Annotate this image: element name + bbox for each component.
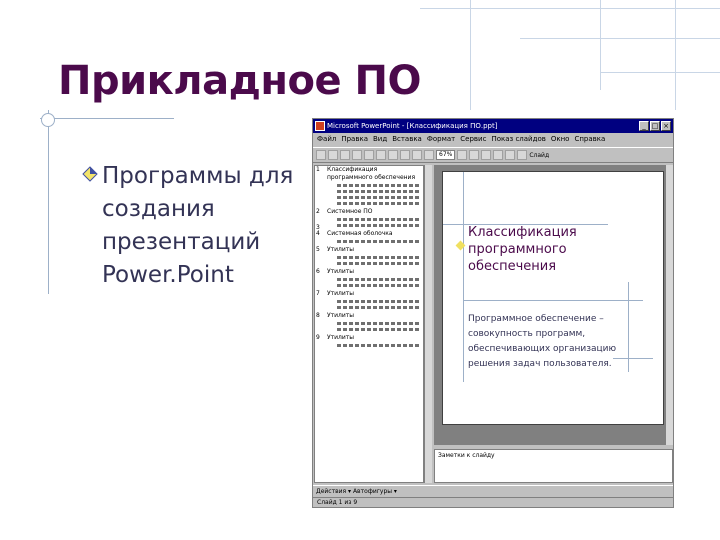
minimize-icon[interactable]: _: [639, 121, 649, 131]
italic-icon[interactable]: [481, 150, 492, 160]
close-icon[interactable]: ×: [661, 121, 671, 131]
drawing-toolbar[interactable]: Действия ▾ Автофигуры ▾: [313, 485, 673, 497]
menu-file[interactable]: Файл: [317, 133, 336, 146]
bullet-line-2: создания: [102, 196, 215, 222]
slide-preview[interactable]: Классификация программного обеспечения П…: [442, 171, 664, 425]
help-icon[interactable]: [457, 150, 468, 160]
notes-pane[interactable]: Заметки к слайду: [434, 449, 673, 483]
menu-insert[interactable]: Вставка: [392, 133, 422, 146]
diamond-bullet-icon: [82, 166, 98, 182]
slide-scrollbar[interactable]: [665, 165, 673, 445]
menu-view[interactable]: Вид: [373, 133, 387, 146]
outline-item[interactable]: 5 Утилиты: [315, 246, 423, 254]
bullet-line-4: Power.Point: [102, 262, 234, 288]
slide-pane: Классификация программного обеспечения П…: [434, 165, 673, 445]
title-underline: [40, 118, 174, 119]
mini-slide-body: Программное обеспечение – совокупность п…: [468, 314, 617, 369]
decorative-grid: [420, 0, 720, 110]
menu-format[interactable]: Формат: [427, 133, 455, 146]
page-title: Прикладное ПО: [58, 58, 422, 104]
undo-icon[interactable]: [412, 150, 422, 160]
outline-item[interactable]: 2 Системное ПО: [315, 208, 423, 216]
outline-pane[interactable]: 1 Классификация программного обеспечения …: [314, 165, 424, 483]
underline-icon[interactable]: [493, 150, 504, 160]
outline-item[interactable]: 9 Утилиты: [315, 334, 423, 342]
cut-icon[interactable]: [376, 150, 386, 160]
outline-item[interactable]: 8 Утилиты: [315, 312, 423, 320]
menu-bar: Файл Правка Вид Вставка Формат Сервис По…: [313, 133, 673, 146]
outline-scrollbar[interactable]: [424, 165, 432, 483]
zoom-select[interactable]: 67%: [436, 150, 456, 160]
bullet-line-1: Программы для: [102, 163, 294, 189]
menu-help[interactable]: Справка: [574, 133, 605, 146]
bullets-icon[interactable]: [517, 150, 528, 160]
menu-window[interactable]: Окно: [551, 133, 570, 146]
maximize-icon[interactable]: □: [650, 121, 660, 131]
mini-slide-title: Классификация программного обеспечения: [468, 225, 577, 274]
copy-icon[interactable]: [388, 150, 398, 160]
menu-slideshow[interactable]: Показ слайдов: [491, 133, 545, 146]
outline-item[interactable]: 1 Классификация программного обеспечения: [315, 166, 423, 182]
powerpoint-app-icon: [315, 121, 325, 131]
save-icon[interactable]: [340, 150, 350, 160]
window-title: Microsoft PowerPoint - [Классификация ПО…: [327, 122, 498, 130]
outline-item[interactable]: 7 Утилиты: [315, 290, 423, 298]
standard-toolbar: 67% Слайд: [313, 147, 673, 163]
spellcheck-icon[interactable]: [364, 150, 374, 160]
powerpoint-window-screenshot: Microsoft PowerPoint - [Классификация ПО…: [312, 118, 674, 508]
outline-item[interactable]: 4 Системная оболочка: [315, 230, 423, 238]
window-titlebar: Microsoft PowerPoint - [Классификация ПО…: [313, 119, 673, 133]
title-vertical-rule: [48, 110, 49, 294]
outline-item[interactable]: 6 Утилиты: [315, 268, 423, 276]
align-icon[interactable]: [505, 150, 516, 160]
paste-icon[interactable]: [400, 150, 410, 160]
open-icon[interactable]: [328, 150, 338, 160]
new-slide-button[interactable]: Слайд: [529, 152, 549, 159]
bullet-line-3: презентаций: [102, 229, 261, 255]
menu-tools[interactable]: Сервис: [460, 133, 486, 146]
print-icon[interactable]: [352, 150, 362, 160]
menu-edit[interactable]: Правка: [341, 133, 368, 146]
bold-icon[interactable]: [469, 150, 480, 160]
new-icon[interactable]: [316, 150, 326, 160]
title-ring-ornament: [41, 113, 55, 127]
status-bar: Слайд 1 из 9: [313, 497, 673, 507]
redo-icon[interactable]: [424, 150, 434, 160]
bullet-item: Программы для создания презентаций Power…: [82, 160, 307, 292]
